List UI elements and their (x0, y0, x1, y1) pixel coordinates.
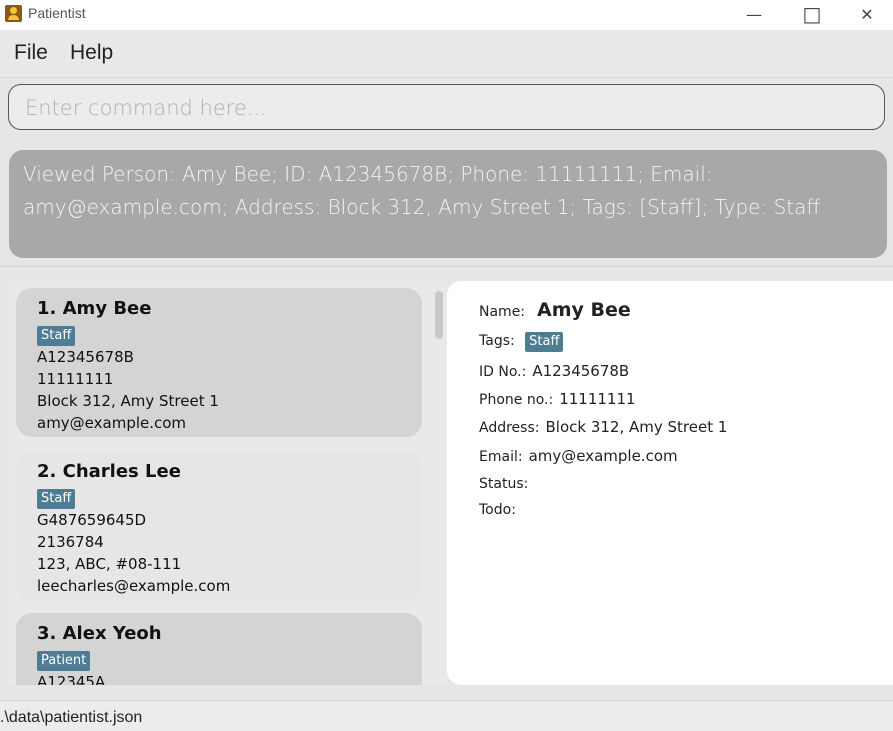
person-name: 3. Alex Yeoh (37, 623, 162, 644)
person-card[interactable]: 1. Amy Bee Staff A12345678B 11111111 Blo… (16, 288, 422, 437)
detail-status-row: Status: (479, 476, 528, 492)
person-phone: 11111111 (37, 370, 114, 388)
detail-phone-row: Phone no.: 11111111 (479, 390, 636, 408)
title-bar: Patientist — □ ✕ (0, 0, 893, 30)
maximize-button[interactable]: □ (783, 0, 841, 28)
detail-name-row: Name: Amy Bee (479, 299, 631, 321)
minimize-icon: — (746, 4, 762, 24)
app-icon (5, 5, 22, 22)
detail-name-value: Amy Bee (537, 299, 631, 321)
person-email: leecharles@example.com (37, 577, 231, 595)
maximize-icon: □ (802, 2, 822, 26)
detail-tags-label: Tags: (479, 333, 515, 349)
person-id: G487659645D (37, 511, 147, 529)
list-scrollbar[interactable] (435, 291, 443, 339)
person-id: A12345678B (37, 348, 134, 366)
person-card[interactable]: 3. Alex Yeoh Patient A12345A (16, 613, 422, 685)
person-list[interactable]: 1. Amy Bee Staff A12345678B 11111111 Blo… (8, 280, 448, 685)
detail-todo-label: Todo: (479, 502, 516, 518)
result-text: Viewed Person: Amy Bee; ID: A12345678B; … (23, 162, 821, 219)
person-email: amy@example.com (37, 414, 187, 432)
window-title: Patientist (28, 5, 86, 21)
person-tag: Patient (37, 651, 91, 671)
person-detail-panel: Name: Amy Bee Tags: Staff ID No.: A1234567… (447, 281, 893, 685)
detail-address-label: Address: (479, 420, 540, 436)
person-phone: 2136784 (37, 533, 104, 551)
command-box (8, 84, 885, 130)
detail-name-label: Name: (479, 304, 526, 320)
close-button[interactable]: ✕ (841, 0, 893, 28)
divider (0, 265, 893, 267)
person-name: 1. Amy Bee (37, 298, 152, 319)
detail-id-label: ID No.: (479, 364, 527, 380)
person-id: A12345A (37, 673, 106, 685)
person-card[interactable]: 2. Charles Lee Staff G487659645D 2136784… (16, 451, 422, 600)
menu-help[interactable]: Help (70, 41, 113, 65)
menu-bar: File Help (0, 31, 893, 78)
detail-address-row: Address: Block 312, Amy Street 1 (479, 418, 727, 436)
person-tag: Staff (37, 326, 76, 346)
person-address: 123, ABC, #08-111 (37, 555, 182, 573)
detail-todo-row: Todo: (479, 502, 516, 518)
menu-file[interactable]: File (14, 41, 48, 65)
minimize-button[interactable]: — (725, 0, 783, 28)
person-address: Block 312, Amy Street 1 (37, 392, 219, 410)
detail-phone-value: 11111111 (559, 390, 636, 408)
detail-email-value: amy@example.com (528, 447, 678, 465)
detail-status-label: Status: (479, 476, 529, 492)
person-name: 2. Charles Lee (37, 461, 181, 482)
detail-email-row: Email: amy@example.com (479, 447, 678, 465)
detail-address-value: Block 312, Amy Street 1 (545, 418, 728, 436)
detail-phone-label: Phone no.: (479, 392, 554, 408)
detail-id-value: A12345678B (532, 362, 630, 380)
status-bar: .\data\patientist.json (0, 700, 893, 731)
detail-tag: Staff (525, 332, 564, 352)
command-input[interactable] (23, 91, 867, 125)
detail-tags-row: Tags: Staff (479, 332, 564, 352)
person-tag: Staff (37, 489, 76, 509)
detail-email-label: Email: (479, 449, 523, 465)
detail-id-row: ID No.: A12345678B (479, 362, 629, 380)
result-display: Viewed Person: Amy Bee; ID: A12345678B; … (9, 150, 887, 258)
close-icon: ✕ (860, 4, 874, 24)
save-location: .\data\patientist.json (0, 709, 143, 726)
